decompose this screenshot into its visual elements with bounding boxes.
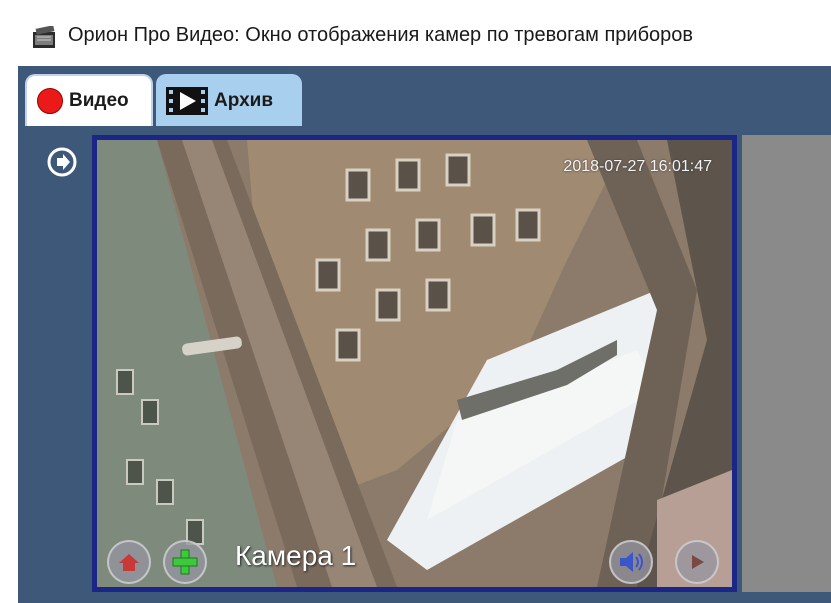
camera-name-label: Камера 1 — [235, 540, 357, 571]
record-dot-icon — [37, 88, 63, 114]
bottom-strip — [18, 592, 831, 603]
title-bar: Орион Про Видео: Окно отображения камер … — [0, 0, 831, 66]
video-timestamp: 2018-07-27 16:01:47 — [563, 158, 712, 175]
tab-video-label: Видео — [69, 90, 129, 111]
camera-feed-image — [97, 140, 732, 587]
speaker-icon — [620, 552, 643, 572]
tab-video[interactable]: Видео — [25, 74, 153, 126]
play-icon — [692, 555, 704, 569]
tab-archive-label: Архив — [214, 90, 274, 111]
tab-archive[interactable]: Архив — [156, 74, 302, 126]
add-camera-button[interactable] — [163, 540, 207, 584]
window-title: Орион Про Видео: Окно отображения камер … — [68, 24, 694, 46]
ptz-home-icon — [119, 554, 139, 571]
arrow-right-circle-icon[interactable] — [46, 146, 78, 178]
film-strip-icon — [166, 87, 208, 115]
empty-camera-cell — [742, 135, 831, 592]
play-button[interactable] — [675, 540, 719, 584]
add-icon — [172, 549, 198, 575]
ptz-home-button[interactable] — [107, 540, 151, 584]
sound-button[interactable] — [609, 540, 653, 584]
app-camera-icon — [33, 26, 55, 48]
camera-video-cell[interactable]: 2018-07-27 16:01:47 Камера 1 — [92, 135, 737, 592]
